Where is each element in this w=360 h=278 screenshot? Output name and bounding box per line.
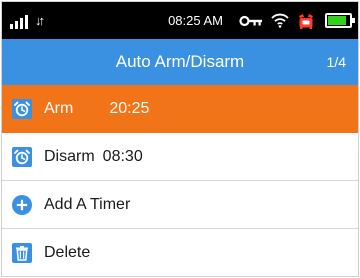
menu-item-label: Delete xyxy=(44,243,91,261)
menu-list: Arm 20:25 Disarm 08:30 Add A Timer Delet… xyxy=(2,85,358,276)
menu-item-label: Arm xyxy=(44,99,74,117)
signal-icon xyxy=(10,14,28,29)
plus-circle-icon xyxy=(12,194,32,215)
phone-screen: ↓↑ 08:25 AM Auto Arm/Disarm 1/4 Arm 20:2… xyxy=(1,1,359,277)
key-icon xyxy=(239,15,263,27)
disarm-time: 08:30 xyxy=(102,147,143,165)
trash-icon xyxy=(12,242,32,263)
page-title: Auto Arm/Disarm xyxy=(115,52,245,71)
page-indicator: 1/4 xyxy=(326,54,346,70)
data-transfer-icon: ↓↑ xyxy=(35,13,45,28)
status-time: 08:25 AM xyxy=(168,13,223,28)
wifi-icon xyxy=(271,13,289,28)
status-bar: ↓↑ 08:25 AM xyxy=(2,2,358,39)
alarm-clock-icon xyxy=(12,146,32,167)
arm-time: 20:25 xyxy=(109,99,150,117)
alarm-clock-icon xyxy=(12,98,32,119)
menu-item-label: Add A Timer xyxy=(44,195,131,213)
menu-item-disarm[interactable]: Disarm 08:30 xyxy=(2,133,358,181)
menu-item-delete[interactable]: Delete xyxy=(2,229,358,276)
battery-icon xyxy=(325,13,355,28)
menu-item-arm[interactable]: Arm 20:25 xyxy=(2,85,358,133)
menu-item-add-timer[interactable]: Add A Timer xyxy=(2,181,358,229)
alarm-clock-icon xyxy=(297,13,315,29)
menu-item-label: Disarm xyxy=(44,147,95,165)
header-bar: Auto Arm/Disarm 1/4 xyxy=(2,39,358,85)
